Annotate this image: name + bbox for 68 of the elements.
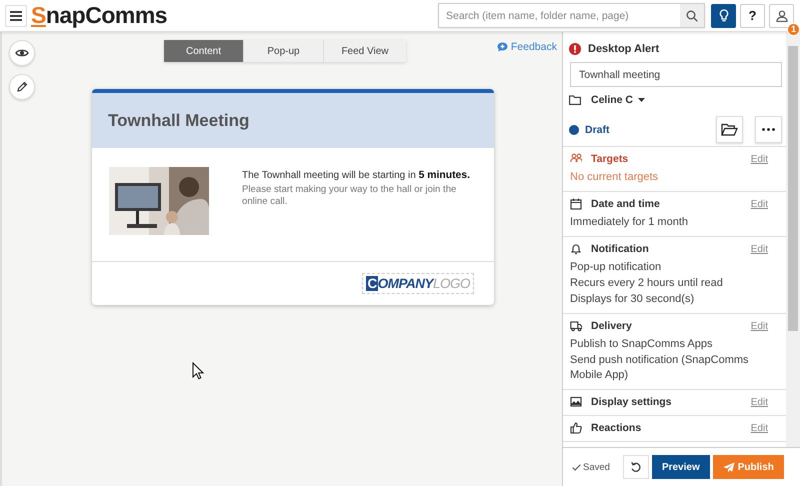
alert-note: Please start making your way to the hall or join the online call. bbox=[242, 184, 458, 208]
preview-button[interactable]: Preview bbox=[652, 455, 710, 479]
cursor-icon bbox=[192, 362, 204, 380]
publish-button[interactable]: Publish bbox=[712, 455, 784, 479]
thumbs-up-icon bbox=[570, 422, 582, 434]
section-title: Delivery bbox=[591, 320, 632, 332]
section-title: Reactions bbox=[591, 422, 642, 434]
chat-icon bbox=[496, 42, 508, 52]
menu-button[interactable] bbox=[5, 4, 27, 26]
help-button[interactable]: ? bbox=[740, 4, 765, 28]
edit-link[interactable]: Edit bbox=[750, 422, 768, 434]
alert-type: Desktop Alert bbox=[588, 43, 660, 55]
alert-message: The Townhall meeting will be starting in 5 minutes. bbox=[242, 170, 471, 181]
section-title: Display settings bbox=[591, 396, 672, 408]
truck-icon bbox=[570, 320, 582, 332]
view-tab[interactable]: Feed View bbox=[324, 40, 406, 62]
folder-icon bbox=[569, 95, 581, 105]
saved-indicator: Saved bbox=[572, 462, 610, 472]
edit-link[interactable]: Edit bbox=[750, 396, 768, 408]
tips-button[interactable] bbox=[711, 4, 736, 28]
section-detail: Recurs every 2 hours until read bbox=[570, 276, 724, 291]
calendar-icon bbox=[570, 198, 582, 210]
search-field[interactable]: Search (item name, folder name, page) bbox=[438, 3, 705, 28]
section-title: Date and time bbox=[591, 198, 660, 210]
section-title: Targets bbox=[591, 153, 628, 165]
open-folder-button[interactable] bbox=[716, 116, 743, 143]
company-logo: COMPANYLOGO bbox=[362, 273, 474, 294]
section-title: Notification bbox=[591, 243, 649, 255]
caret-icon bbox=[638, 98, 646, 102]
preview-tool-button[interactable] bbox=[9, 40, 35, 66]
section-detail: Immediately for 1 month bbox=[570, 215, 689, 230]
name-field[interactable]: Townhall meeting bbox=[570, 62, 782, 87]
search-icon[interactable] bbox=[686, 10, 698, 22]
edit-link[interactable]: Edit bbox=[750, 320, 768, 332]
edit-link[interactable]: Edit bbox=[750, 154, 768, 164]
people-icon bbox=[570, 153, 582, 165]
paper-plane-icon bbox=[722, 462, 735, 472]
check-icon bbox=[572, 464, 581, 470]
scrollbar[interactable] bbox=[786, 32, 800, 447]
alert-icon bbox=[569, 43, 581, 55]
lightbulb-icon bbox=[718, 9, 728, 22]
menu-icon bbox=[9, 10, 23, 22]
edit-link[interactable]: Edit bbox=[750, 244, 768, 254]
image-icon bbox=[570, 396, 582, 408]
bell-icon bbox=[570, 243, 582, 255]
alert-title: Townhall Meeting bbox=[92, 93, 494, 148]
section-detail: Displays for 30 second(s) bbox=[570, 292, 696, 307]
section-detail: Pop-up notification bbox=[570, 260, 662, 275]
feedback-link[interactable]: Feedback bbox=[496, 41, 557, 53]
status-label: Draft bbox=[585, 124, 610, 136]
logo: SnapComms bbox=[31, 4, 168, 27]
edit-tool-button[interactable] bbox=[9, 74, 35, 100]
edit-link[interactable]: Edit bbox=[750, 198, 768, 210]
more-icon bbox=[762, 128, 775, 131]
undo-icon bbox=[630, 461, 642, 473]
eye-icon bbox=[15, 48, 29, 58]
section-detail: Send push notification (SnapComms Mobile App) bbox=[570, 353, 750, 383]
view-tab[interactable]: Content bbox=[164, 40, 244, 62]
user-icon bbox=[776, 10, 788, 22]
section-detail: No current targets bbox=[570, 170, 660, 185]
folder-open-icon bbox=[721, 123, 738, 136]
more-button[interactable] bbox=[755, 116, 782, 143]
owner-dropdown[interactable]: Celine C bbox=[591, 94, 646, 106]
view-tab[interactable]: Pop-up bbox=[244, 40, 324, 62]
pencil-icon bbox=[16, 81, 28, 93]
undo-button[interactable] bbox=[622, 455, 649, 479]
user-button[interactable] bbox=[769, 4, 794, 28]
section-detail: Publish to SnapComms Apps bbox=[570, 337, 714, 352]
